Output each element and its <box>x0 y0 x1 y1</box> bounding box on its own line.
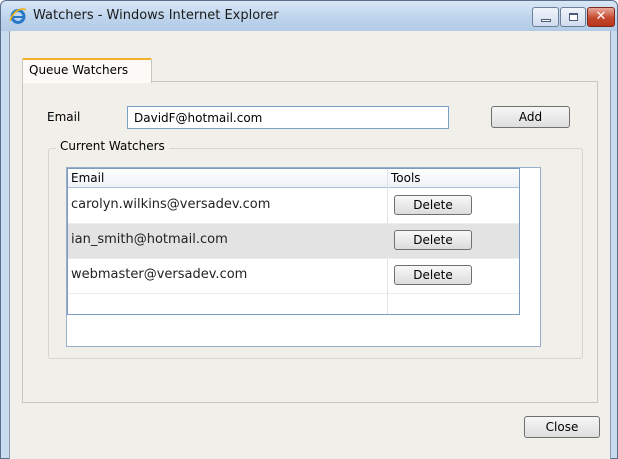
minimize-button[interactable] <box>532 7 559 27</box>
minimize-icon <box>541 19 551 22</box>
maximize-button[interactable] <box>560 7 586 27</box>
column-header-email: Email <box>71 171 105 185</box>
maximize-icon <box>569 13 578 21</box>
table-row: carolyn.wilkins@versadev.com Delete <box>68 189 519 224</box>
tab-queue-watchers[interactable]: Queue Watchers <box>22 58 152 83</box>
browser-window: Watchers - Windows Internet Explorer ✕ Q… <box>0 0 618 459</box>
email-label: Email <box>47 110 81 124</box>
table-header: Email Tools <box>67 168 520 188</box>
internet-explorer-icon <box>9 8 27 24</box>
table-row: ian_smith@hotmail.com Delete <box>68 224 519 259</box>
delete-button[interactable]: Delete <box>394 230 472 250</box>
watchers-table: Email Tools carolyn.wilkins@versadev.com… <box>66 167 541 347</box>
watcher-email: ian_smith@hotmail.com <box>71 232 228 247</box>
table-row-empty <box>68 294 519 314</box>
close-button[interactable]: Close <box>524 416 600 438</box>
email-input[interactable] <box>127 106 449 129</box>
current-watchers-legend: Current Watchers <box>56 139 169 153</box>
watcher-email: webmaster@versadev.com <box>71 267 248 282</box>
delete-button[interactable]: Delete <box>394 195 472 215</box>
close-window-button[interactable]: ✕ <box>587 7 615 27</box>
page-content: Queue Watchers Email Add Current Watcher… <box>9 31 611 459</box>
window-title: Watchers - Windows Internet Explorer <box>33 8 279 23</box>
add-button[interactable]: Add <box>491 106 570 128</box>
title-bar[interactable]: Watchers - Windows Internet Explorer ✕ <box>1 1 617 31</box>
close-icon: ✕ <box>595 9 607 24</box>
delete-button[interactable]: Delete <box>394 265 472 285</box>
column-header-tools: Tools <box>391 171 421 185</box>
watcher-email: carolyn.wilkins@versadev.com <box>71 197 271 212</box>
table-row: webmaster@versadev.com Delete <box>68 259 519 294</box>
